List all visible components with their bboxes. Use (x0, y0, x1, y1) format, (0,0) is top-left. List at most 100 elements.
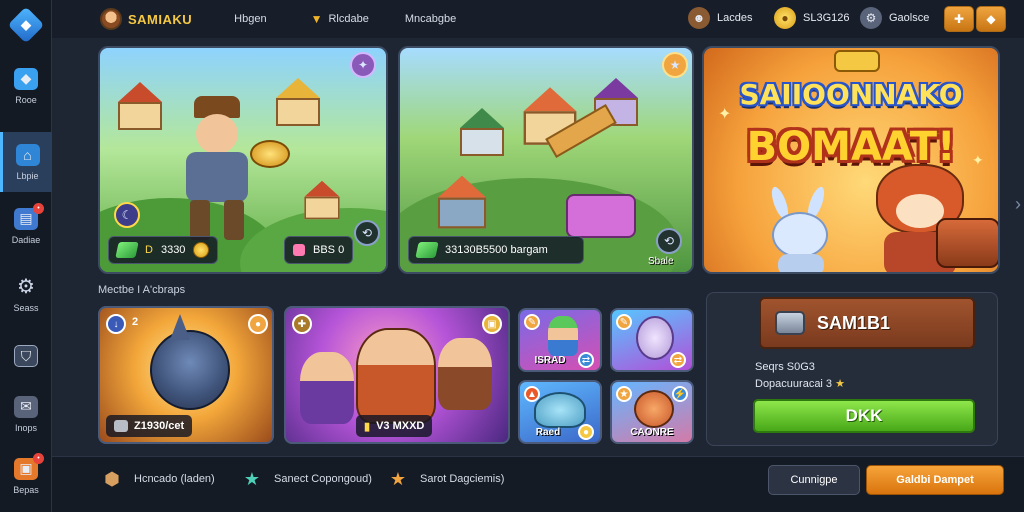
torch-icon: ▮ (364, 420, 371, 433)
notification-badge: • (33, 202, 44, 214)
logo-diamond-icon: ◆ (7, 6, 45, 44)
brand[interactable]: SAMIAKU (100, 8, 192, 30)
ok-button[interactable]: DKK (753, 399, 975, 433)
top-bar: SAMIAKU Hbgen ▼ Rlcdabe Mncabgbe ☻ Lacde… (52, 0, 1024, 38)
star-icon: ★ (835, 378, 845, 390)
sidebar: ◆ ◆ Rooe ⌂ Lbpie ▤ • Dadiae ⚙ Seass ⛉ ✉ I… (0, 0, 52, 512)
hero-caption-value: D (145, 244, 153, 256)
resource-coins[interactable]: ● SL3G126 (774, 7, 849, 29)
house-illustration (118, 82, 162, 130)
nav-link-label: Rlcdabe (328, 13, 369, 25)
reward-line-2: Dopacuuracai 3 ★ (755, 377, 845, 390)
resource-label: SL3G126 (803, 12, 850, 24)
reward-panel: SAM1B1 Seqrs S0G3 Dopacuuracai 3 ★ DKK (706, 292, 998, 446)
tile-caption-label: ISRAD (534, 355, 566, 366)
sidebar-item-6[interactable]: ✉ Inops (0, 384, 52, 444)
orb-icon[interactable]: ✦ (350, 52, 376, 78)
chat-icon: ▤ • (14, 202, 44, 230)
horn-illustration (170, 314, 190, 340)
sidebar-item-4[interactable]: ⚙ Seass (0, 264, 52, 324)
diamond-icon: ◆ (986, 12, 996, 26)
star-icon: ★ (389, 468, 407, 489)
sidebar-item-label: Inops (14, 422, 38, 433)
house-illustration (437, 175, 487, 229)
sidebar-item-5[interactable]: ⛉ (0, 326, 52, 386)
share-icon[interactable]: ⟲ (656, 228, 682, 254)
hero-chip-label: BBS 0 (313, 244, 345, 256)
resource-characters[interactable]: ☻ Lacdes (688, 7, 752, 29)
sparkle-icon: ✦ (718, 106, 732, 123)
sidebar-item-label: Rooe (15, 94, 37, 105)
hero-corner-label: Sbale (648, 256, 674, 267)
sidebar-item-1[interactable]: ◆ Rooe (0, 56, 52, 116)
reward-banner-label: SAM1B1 (817, 312, 891, 333)
tile-caption-label: V3 MXXD (376, 420, 425, 432)
game-tile-4[interactable]: ✎ ⇄ (610, 308, 694, 372)
companion-illustration (300, 352, 354, 424)
gem-icon (415, 242, 439, 258)
nav-link-label: Hbgen (234, 13, 267, 25)
house-illustration (304, 180, 340, 220)
section-label: Mectbe I A'cbraps (98, 284, 186, 296)
game-tile-5[interactable]: ▲ ● Raed (518, 380, 602, 444)
monster-illustration (150, 330, 230, 410)
star-icon[interactable]: ★ (662, 52, 688, 78)
sidebar-item-3[interactable]: ▤ • Dadiae (0, 196, 52, 256)
gear-icon: ⚙ (17, 276, 35, 298)
sidebar-item-7[interactable]: ▣ • Bepas (0, 446, 52, 506)
reward-banner[interactable]: SAM1B1 (759, 297, 975, 349)
game-tile-2[interactable]: ✚ ▣ ▮ V3 MXXD (284, 306, 510, 444)
resource-label: Gaolsce (889, 12, 930, 24)
sidebar-item-2[interactable]: ⌂ Lbpie (0, 132, 52, 192)
rock-icon (114, 420, 128, 432)
hero-caption-text: 33130B5500 bargam (445, 244, 548, 256)
hero-card-town[interactable]: ★ 33130B5500 bargam ⟲ Sbale (398, 46, 694, 274)
star-icon: ★ (616, 386, 632, 402)
game-tile-6[interactable]: ★ ⚡ CAONRE (610, 380, 694, 444)
game-tile-3[interactable]: ✎ ⇄ ISRAD (518, 308, 602, 372)
nav-link-2[interactable]: ▼ Rlcdabe (311, 12, 369, 26)
golden-horn-illustration (250, 140, 290, 168)
secondary-button[interactable]: Cunnigpe (768, 465, 860, 495)
sidebar-item-label: Dadiae (11, 234, 41, 245)
game-tile-1[interactable]: ↓ 2 ● Z1930/cet (98, 306, 274, 444)
app-logo[interactable]: ◆ (0, 0, 52, 50)
promo-title-line1: SAIIOONNAKO (739, 78, 963, 111)
bolt-icon: ⚡ (672, 386, 688, 402)
companion-illustration (438, 338, 492, 410)
flame-icon: ▲ (524, 386, 540, 402)
tile-caption: ▮ V3 MXXD (356, 415, 433, 437)
slime-illustration (534, 392, 586, 428)
hero-chip[interactable]: BBS 0 (284, 236, 354, 264)
bottom-item-2[interactable]: ★ Sanect Copongoud) (240, 467, 372, 491)
nav-link-1[interactable]: Hbgen (234, 13, 266, 25)
hero-card-promo[interactable]: SAIIOONNAKO BOMAAT! ✦ ✦ (702, 46, 1000, 274)
hero-group-illustration (356, 328, 436, 424)
hero-caption: 33130B5500 bargam (408, 236, 584, 264)
bottom-item-label: Sarot Dagciemis) (420, 473, 505, 485)
moon-icon[interactable]: ☾ (114, 202, 140, 228)
shop-button[interactable]: ◆ (976, 6, 1006, 32)
hero-caption: D 3330 (108, 236, 219, 264)
primary-button[interactable]: Galdbi Dampet (866, 465, 1004, 495)
carousel-next-arrow[interactable]: › (1012, 184, 1024, 224)
hero-card-village[interactable]: ☾ ✦ D 3330 BBS 0 ⟲ (98, 46, 388, 274)
character-illustration (548, 316, 578, 356)
bottom-bar: ⬢ Hcncado (laden) ★ Sanect Copongoud) ★ … (52, 456, 1024, 512)
candy-icon (293, 244, 305, 256)
resource-settings[interactable]: ⚙ Gaolsce (860, 7, 929, 29)
shield-icon: ⛉ (14, 345, 38, 367)
home-icon: ⌂ (15, 143, 40, 166)
sidebar-item-label: Bepas (13, 484, 39, 495)
app-name: SAMIAKU (128, 11, 193, 27)
sidebar-item-label: Seass (13, 302, 39, 313)
chest-icon (775, 311, 805, 335)
character-icon: ☻ (688, 7, 710, 29)
share-icon[interactable]: ⟲ (354, 220, 380, 246)
nav-link-3[interactable]: Mncabgbe (405, 13, 456, 25)
bottom-item-3[interactable]: ★ Sarot Dagciemis) (386, 467, 504, 491)
swap-icon: ⇄ (670, 352, 686, 368)
truck-illustration (566, 194, 636, 238)
bottom-item-1[interactable]: ⬢ Hcncado (laden) (100, 467, 215, 491)
puzzle-button[interactable]: ✚ (944, 6, 974, 32)
